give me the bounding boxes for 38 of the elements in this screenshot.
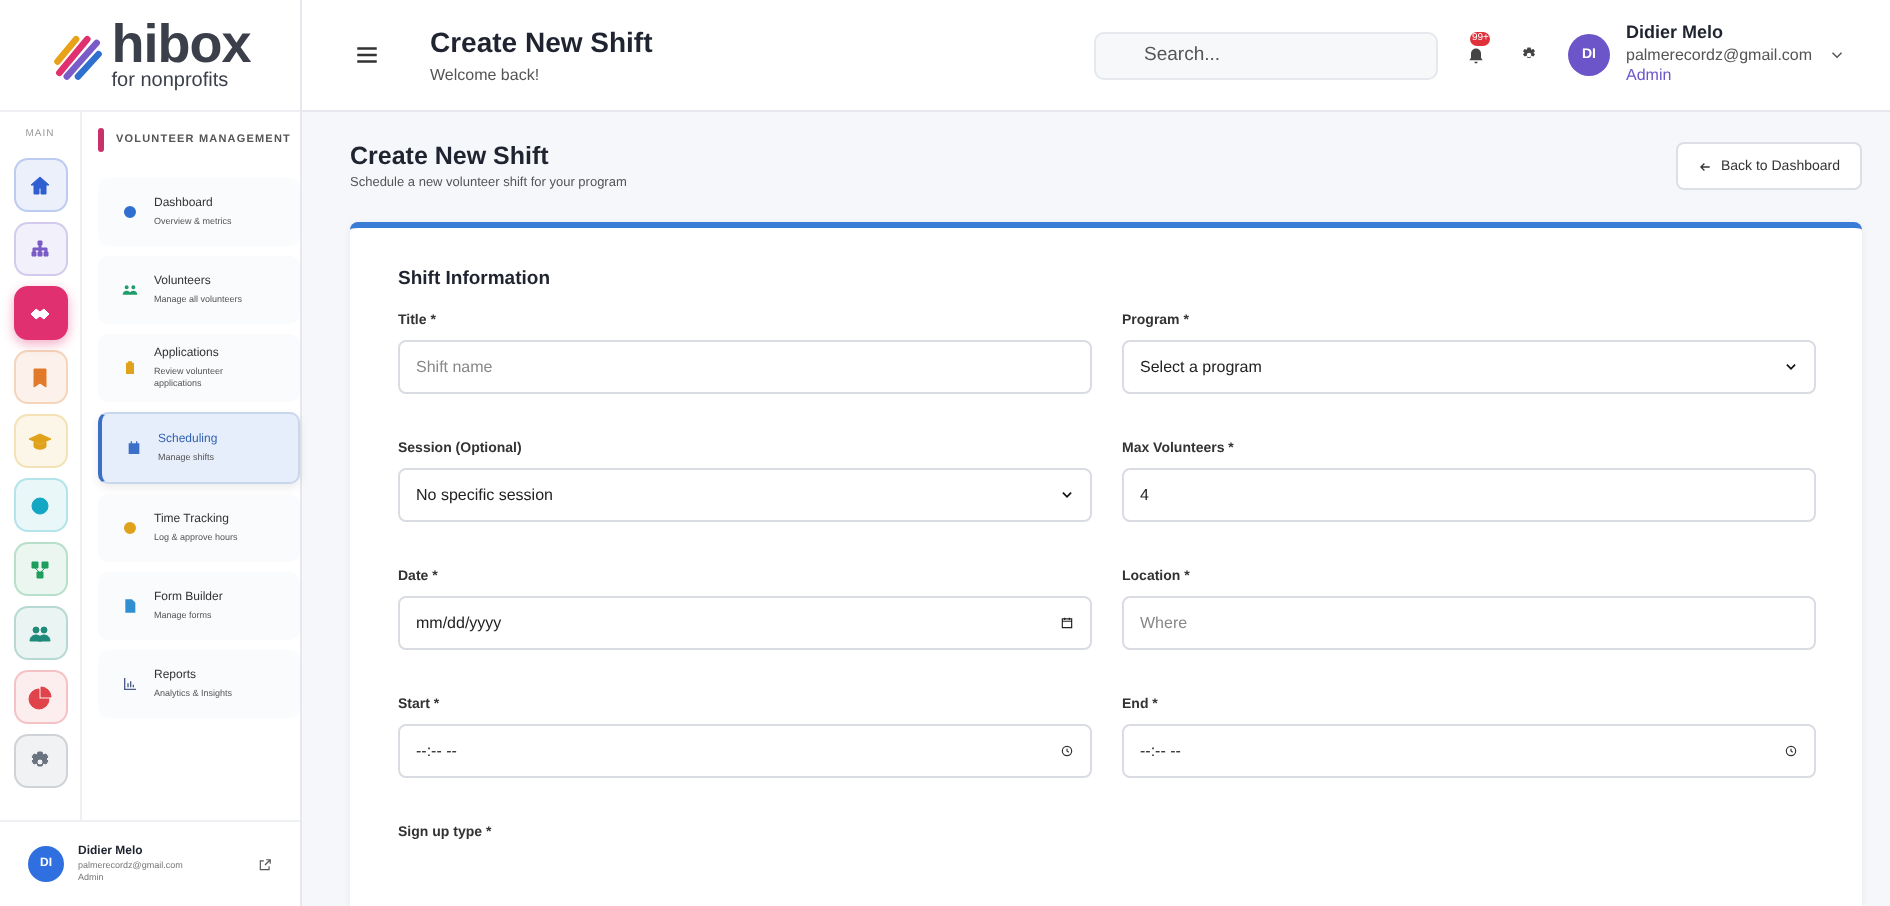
time-field[interactable]: --:-- --	[398, 724, 1092, 778]
hierarchy-icon	[28, 237, 52, 261]
form-section-title: Shift Information	[398, 268, 552, 290]
chevron-down-icon	[1060, 488, 1074, 502]
date-field[interactable]: mm/dd/yyyy	[398, 596, 1092, 650]
user-email: palmerecordz@gmail.com	[1626, 45, 1813, 67]
chevron-down-icon	[1784, 360, 1798, 374]
network-icon	[28, 557, 52, 581]
people-icon	[28, 621, 52, 645]
text-field[interactable]: 4	[1122, 468, 1816, 522]
time-field[interactable]: --:-- --	[1122, 724, 1816, 778]
settings-icon	[28, 749, 52, 773]
bell-icon[interactable]	[1466, 45, 1486, 65]
pie-chart-icon	[28, 685, 52, 709]
menu-icon[interactable]	[354, 42, 380, 68]
user-name: Didier Melo	[1626, 22, 1726, 46]
select-field[interactable]: No specific session	[398, 468, 1092, 522]
home-icon	[28, 173, 52, 197]
clock-icon	[1784, 744, 1798, 758]
external-link-icon[interactable]	[258, 857, 272, 871]
logo-wordmark: hibox	[111, 18, 251, 72]
clock-icon	[1060, 744, 1074, 758]
graduation-cap-icon	[28, 429, 52, 453]
rail-button[interactable]	[13, 286, 67, 340]
search-field[interactable]: Search...	[1094, 31, 1438, 79]
calendar-icon	[1060, 616, 1074, 630]
header-title: Create New Shift	[430, 26, 655, 58]
text-field[interactable]: Where	[1122, 596, 1816, 650]
circle-icon	[28, 493, 52, 517]
logo-tagline: for nonprofits	[111, 72, 231, 92]
arrow-left-icon	[1698, 159, 1713, 173]
bookmark-icon	[28, 365, 52, 389]
header-subtitle: Welcome back!	[430, 66, 542, 84]
settings-icon[interactable]	[1520, 46, 1538, 64]
text-field[interactable]: Shift name	[398, 340, 1092, 394]
user-role: Admin	[1626, 66, 1674, 88]
page-title: Create New Shift	[350, 142, 551, 170]
select-field[interactable]: Select a program	[1122, 340, 1816, 394]
